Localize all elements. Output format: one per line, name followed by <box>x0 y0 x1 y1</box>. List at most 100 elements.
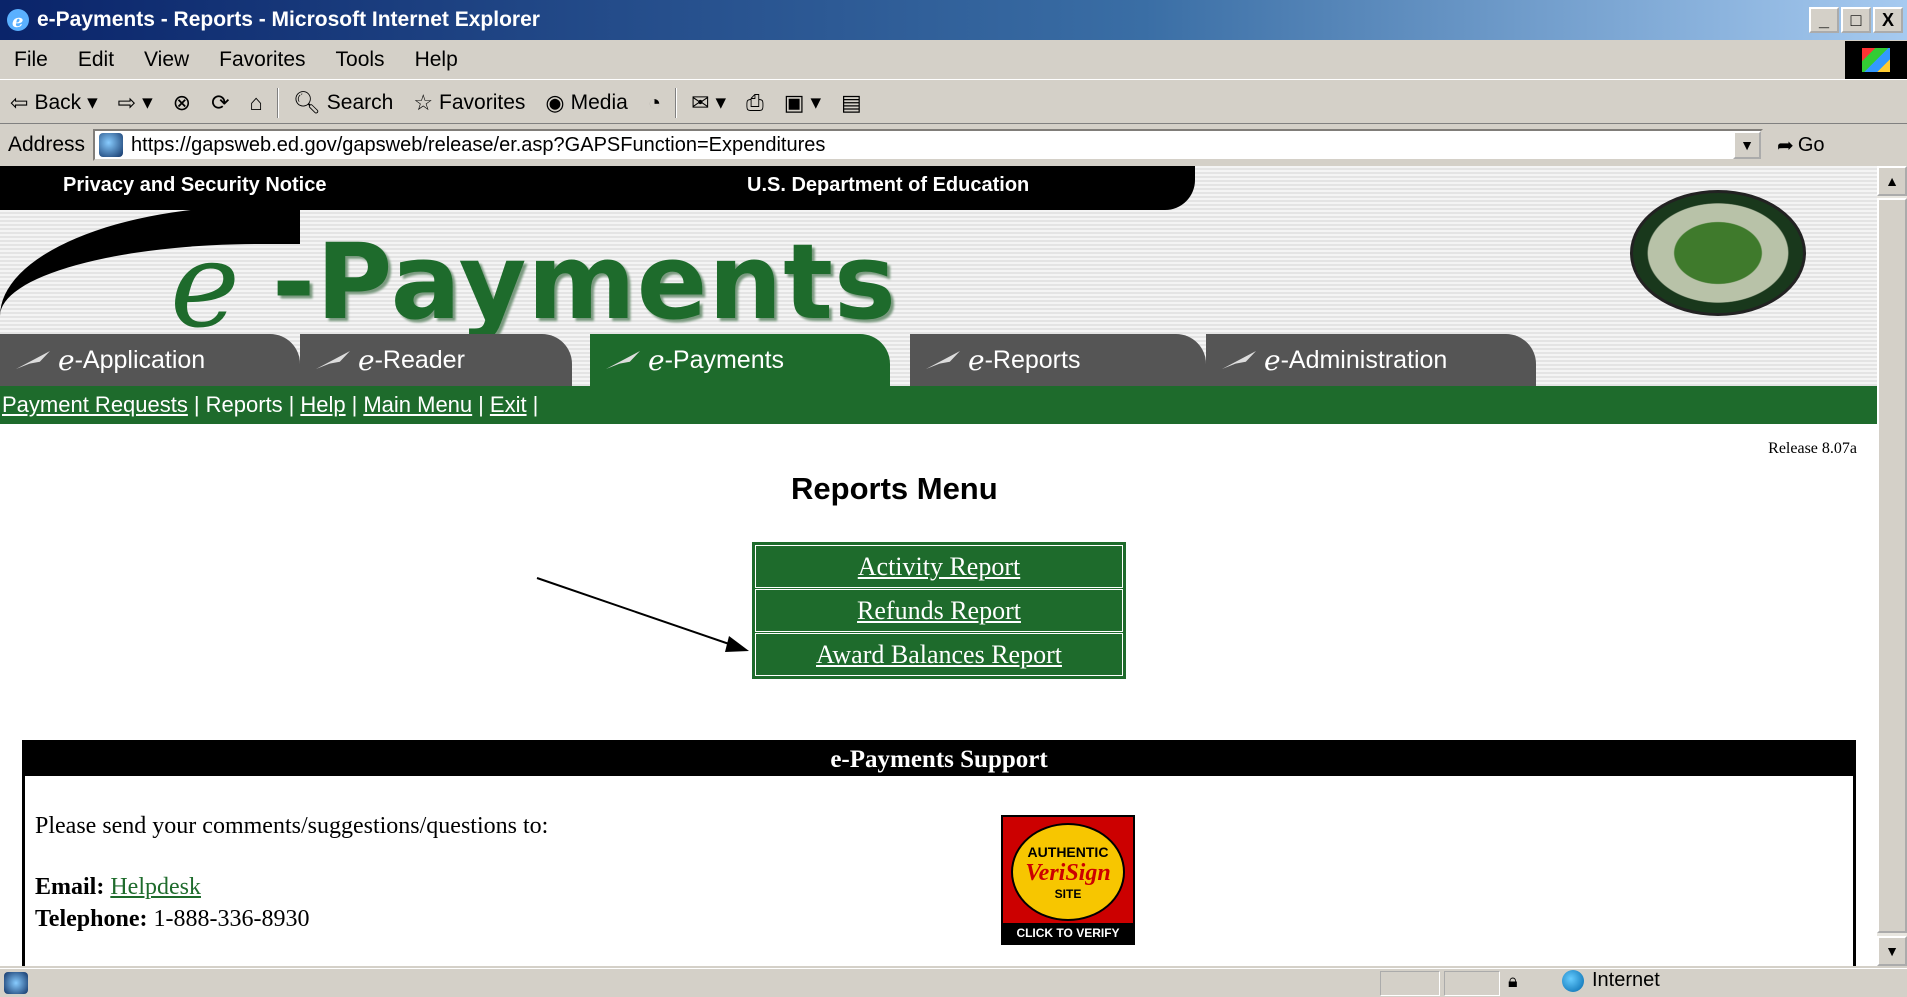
back-arrow-icon: ⇦ <box>10 89 29 115</box>
menu-favorites[interactable]: Favorites <box>205 48 321 72</box>
page-icon <box>99 133 124 157</box>
site-banner: Privacy and Security Notice U.S. Departm… <box>0 166 1877 386</box>
nav-help[interactable]: Help <box>300 392 345 418</box>
helpdesk-link[interactable]: Helpdesk <box>110 874 201 900</box>
nav-separator: | <box>532 392 539 417</box>
phone-number: 1-888-336-8930 <box>153 906 310 932</box>
feather-icon <box>1222 351 1256 369</box>
menu-edit[interactable]: Edit <box>64 48 130 72</box>
banner-top-strip: Privacy and Security Notice U.S. Departm… <box>0 166 1195 210</box>
media-icon: ◉ <box>545 89 565 115</box>
nav-payment-requests[interactable]: Payment Requests <box>2 392 188 418</box>
tab-administration[interactable]: e -Administration <box>1206 334 1536 386</box>
menu-tools[interactable]: Tools <box>322 48 401 72</box>
page-status-icon <box>4 972 28 994</box>
minimize-button[interactable]: _ <box>1809 7 1839 33</box>
refresh-button[interactable]: ⟳ <box>201 90 239 116</box>
stop-button[interactable]: ⊗ <box>163 90 201 116</box>
support-message: Please send your comments/suggestions/qu… <box>35 813 549 839</box>
tab-e: e <box>1264 343 1281 377</box>
zone-label: Internet <box>1592 969 1660 991</box>
phone-label: Telephone: <box>35 906 148 932</box>
mail-icon: ✉ <box>691 89 710 115</box>
nav-reports: Reports <box>205 392 283 417</box>
menu-help[interactable]: Help <box>401 48 474 72</box>
email-label: Email: <box>35 874 105 900</box>
globe-icon <box>1562 969 1584 992</box>
verisign-site: SITE <box>1054 886 1082 901</box>
back-button[interactable]: ⇦ Back ▾ <box>0 90 108 116</box>
windows-logo-icon <box>1845 40 1907 79</box>
tab-e: e <box>968 343 985 377</box>
edit-dropdown-icon[interactable]: ▾ <box>811 90 822 115</box>
nav-exit[interactable]: Exit <box>490 392 527 418</box>
tab-label: -Administration <box>1280 345 1448 374</box>
discuss-icon: ▤ <box>841 89 862 115</box>
vertical-scrollbar[interactable]: ▲ ▼ <box>1877 166 1907 966</box>
address-input[interactable]: https://gapsweb.ed.gov/gapsweb/release/e… <box>93 129 1764 161</box>
verisign-verify[interactable]: CLICK TO VERIFY <box>1003 923 1133 943</box>
page-viewport: Privacy and Security Notice U.S. Departm… <box>0 166 1877 966</box>
nav-separator: | <box>288 392 295 417</box>
menu-view[interactable]: View <box>130 48 205 72</box>
edit-icon: ▣ <box>783 89 805 115</box>
award-balances-report-link[interactable]: Award Balances Report <box>755 633 1123 676</box>
mail-button[interactable]: ✉ ▾ <box>681 90 736 116</box>
privacy-link[interactable]: Privacy and Security Notice <box>63 174 326 197</box>
tab-e: e <box>58 343 75 377</box>
verisign-seal[interactable]: AUTHENTIC VeriSign SITE CLICK TO VERIFY <box>1001 815 1135 945</box>
print-button[interactable]: ⎙ <box>736 90 774 116</box>
refunds-report-link[interactable]: Refunds Report <box>755 589 1123 632</box>
address-dropdown-icon[interactable]: ▼ <box>1733 131 1762 159</box>
search-label: Search <box>326 90 394 114</box>
back-label: Back <box>34 90 82 114</box>
search-button[interactable]: 🔍︎ Search <box>283 90 403 116</box>
scroll-thumb[interactable] <box>1877 198 1907 933</box>
support-phone: Telephone: 1-888-336-8930 <box>35 906 309 933</box>
go-label: Go <box>1797 133 1825 156</box>
tab-e: e <box>358 343 375 377</box>
forward-dropdown-icon[interactable]: ▾ <box>142 90 153 115</box>
menu-file[interactable]: File <box>0 48 64 72</box>
page-title: Reports Menu <box>791 471 998 506</box>
tab-application[interactable]: e -Application <box>0 334 300 386</box>
scroll-up-icon[interactable]: ▲ <box>1877 166 1907 196</box>
status-panel <box>1444 971 1500 996</box>
close-button[interactable]: X <box>1873 7 1903 33</box>
tab-payments[interactable]: e -Payments <box>590 334 890 386</box>
support-email: Email: Helpdesk <box>35 874 201 901</box>
security-zone: Internet <box>1562 969 1660 992</box>
activity-report-link[interactable]: Activity Report <box>755 545 1123 588</box>
home-icon: ⌂ <box>249 89 263 115</box>
window-title: e-Payments - Reports - Microsoft Interne… <box>37 8 540 31</box>
nav-separator: | <box>351 392 358 417</box>
refresh-icon: ⟳ <box>211 89 230 115</box>
home-button[interactable]: ⌂ <box>240 90 273 116</box>
back-dropdown-icon[interactable]: ▾ <box>87 90 98 115</box>
history-button[interactable]: ◔ <box>638 90 671 116</box>
address-bar: Address https://gapsweb.ed.gov/gapsweb/r… <box>0 126 1907 164</box>
stop-icon: ⊗ <box>172 89 192 115</box>
favorites-button[interactable]: ☆ Favorites <box>403 90 535 116</box>
section-nav: Payment Requests | Reports | Help | Main… <box>0 386 1877 424</box>
address-url[interactable]: https://gapsweb.ed.gov/gapsweb/release/e… <box>131 134 825 157</box>
tab-reports[interactable]: e -Reports <box>910 334 1206 386</box>
status-bar: 🔒︎ Internet <box>0 968 1907 997</box>
status-panel <box>1380 971 1440 996</box>
discuss-button[interactable]: ▤ <box>831 90 872 116</box>
reports-menu: Activity Report Refunds Report Award Bal… <box>752 542 1126 679</box>
nav-main-menu[interactable]: Main Menu <box>363 392 472 418</box>
media-button[interactable]: ◉ Media <box>535 90 637 116</box>
mail-dropdown-icon[interactable]: ▾ <box>716 90 727 115</box>
tab-e: e <box>648 343 665 377</box>
go-button[interactable]: ➦ Go <box>1763 133 1824 158</box>
edit-button[interactable]: ▣ ▾ <box>774 90 831 116</box>
toolbar: ⇦ Back ▾ ⇨ ▾ ⊗ ⟳ ⌂ 🔍︎ Search ☆ Favorites… <box>0 82 1907 124</box>
scroll-down-icon[interactable]: ▼ <box>1877 936 1907 966</box>
tab-reader[interactable]: e -Reader <box>300 334 572 386</box>
lock-icon: 🔒︎ <box>1508 971 1518 991</box>
maximize-button[interactable]: □ <box>1841 7 1871 33</box>
feather-icon <box>926 351 960 369</box>
forward-button[interactable]: ⇨ ▾ <box>108 90 163 116</box>
search-icon: 🔍︎ <box>292 89 321 115</box>
